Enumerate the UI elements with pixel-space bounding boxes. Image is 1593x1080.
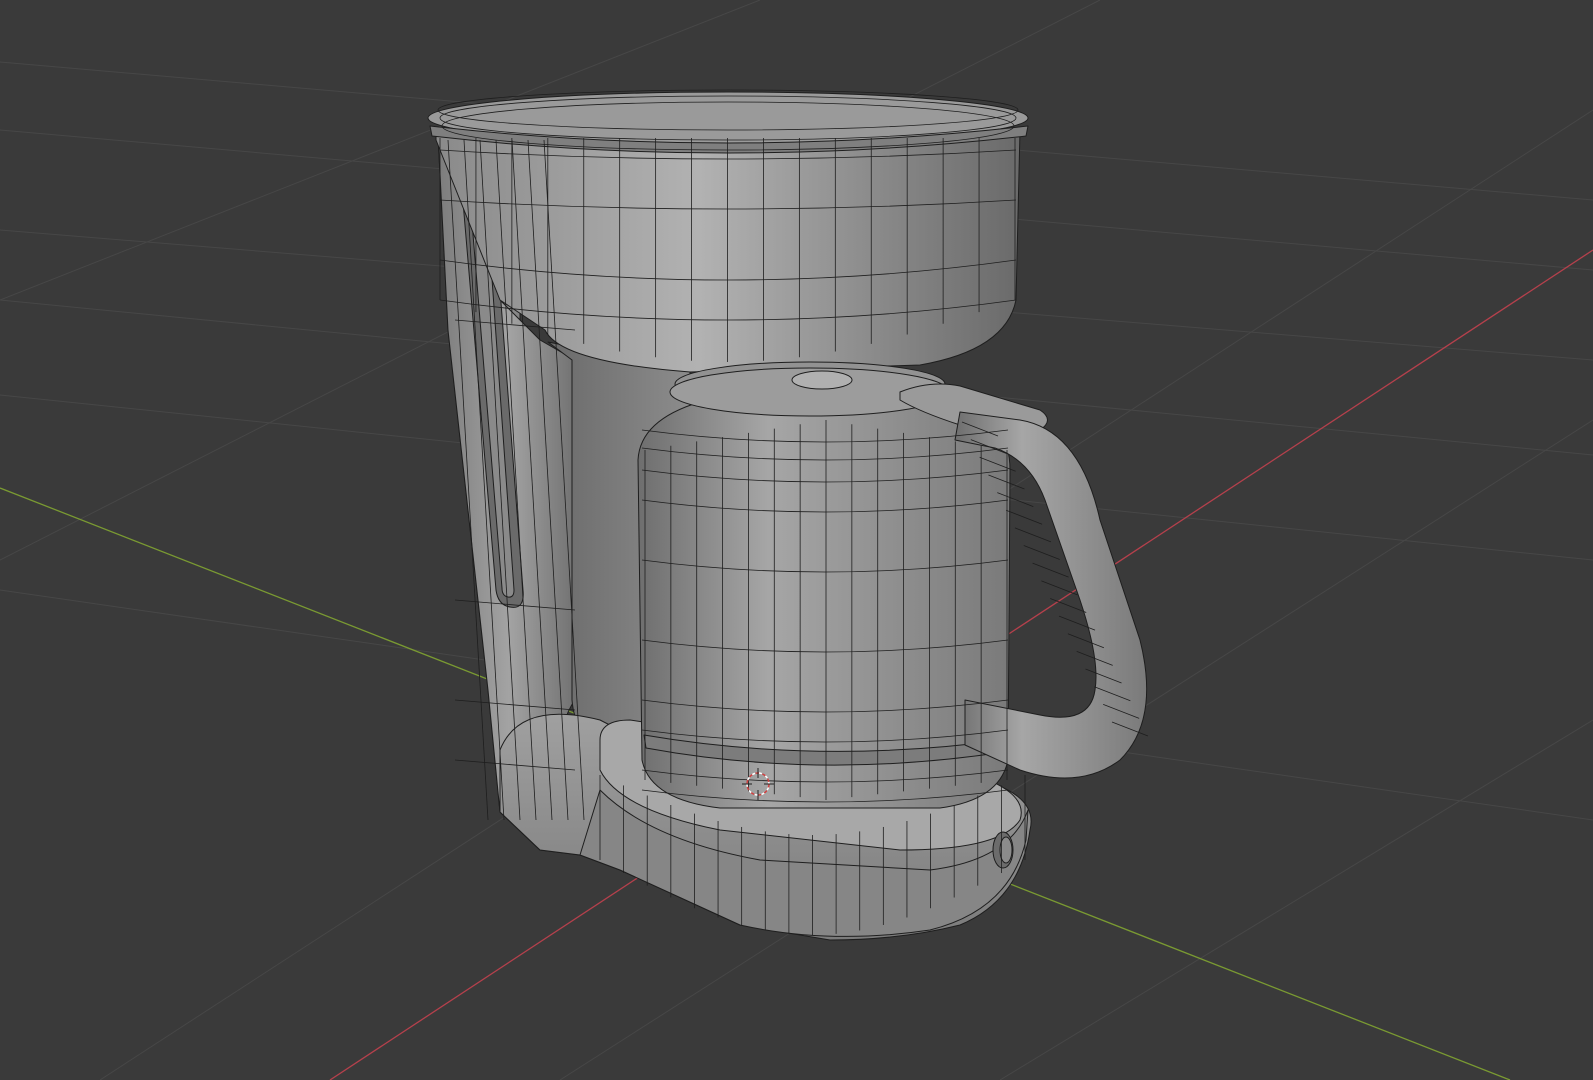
wire-edge xyxy=(1014,527,1052,543)
wire-edge xyxy=(1041,580,1078,596)
wire-edge xyxy=(1023,545,1060,560)
wire-edge xyxy=(1032,562,1069,578)
carafe-lid-knob[interactable] xyxy=(791,370,853,390)
viewport-scene[interactable] xyxy=(0,0,1593,1080)
wire-edge xyxy=(1005,509,1043,525)
power-button-face xyxy=(999,836,1013,864)
3d-viewport[interactable] xyxy=(0,0,1593,1080)
